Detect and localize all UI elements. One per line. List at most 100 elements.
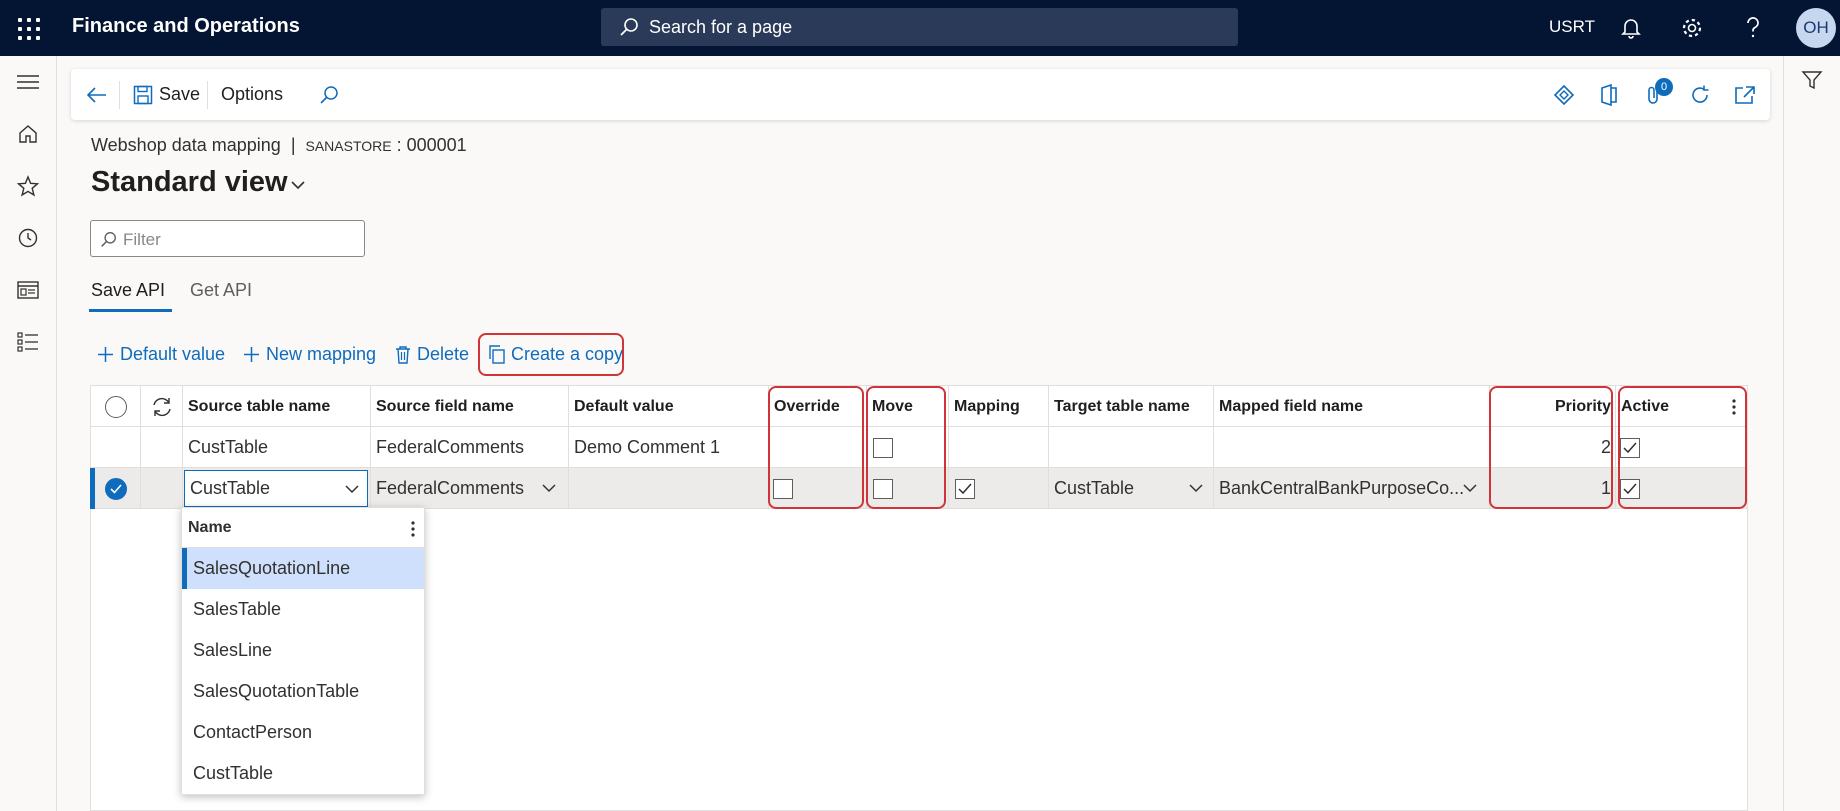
breadcrumb: Webshop data mapping | SANASTORE : 000001 [91, 135, 467, 156]
col-header-mapped-field-name[interactable]: Mapped field name [1214, 386, 1490, 427]
lookup-item-highlighted[interactable]: SalesQuotationLine [182, 548, 424, 589]
default-value-button[interactable]: Default value [97, 341, 225, 367]
notification-count-badge: 0 [1655, 78, 1673, 96]
source-field-cell[interactable]: FederalComments [371, 427, 569, 468]
mapped-field-cell[interactable] [1214, 427, 1490, 468]
home-icon[interactable] [16, 122, 40, 146]
default-value-cell[interactable]: Demo Comment 1 [569, 427, 769, 468]
filter-placeholder: Filter [123, 230, 161, 249]
highlight-outline-priority [1489, 386, 1613, 509]
lookup-item[interactable]: SalesLine [182, 630, 424, 671]
help-icon[interactable] [1739, 14, 1767, 42]
save-button[interactable]: Save [133, 69, 200, 120]
breadcrumb-separator: | [290, 135, 296, 155]
trash-icon [395, 345, 411, 364]
refresh-icon[interactable] [150, 396, 174, 418]
checkmark-icon [958, 483, 972, 494]
new-mapping-label: New mapping [266, 343, 377, 364]
chevron-down-icon[interactable] [290, 180, 306, 190]
lookup-item[interactable]: ContactPerson [182, 712, 424, 753]
workspaces-icon[interactable] [16, 278, 40, 302]
new-mapping-button[interactable]: New mapping [243, 341, 376, 367]
app-launcher-icon[interactable] [16, 16, 40, 40]
right-pane [1783, 56, 1840, 811]
row-selected-radio[interactable] [104, 477, 127, 500]
target-table-cell[interactable] [1049, 427, 1214, 468]
avatar[interactable]: OH [1796, 8, 1836, 48]
source-table-lookup: Name SalesQuotationLine SalesTable Sales… [181, 507, 426, 795]
col-header-mapping[interactable]: Mapping [949, 386, 1049, 427]
delete-label: Delete [417, 343, 470, 364]
col-header-target-table-name[interactable]: Target table name [1049, 386, 1214, 427]
app-title[interactable]: Finance and Operations [72, 15, 300, 38]
action-pane: Save Options [71, 69, 1770, 120]
view-title[interactable]: Standard view [91, 166, 288, 199]
source-table-cell[interactable]: CustTable [183, 468, 371, 509]
filter-funnel-icon[interactable] [1801, 69, 1823, 91]
mapped-field-cell[interactable]: BankCentralBankPurposeCo... [1214, 468, 1490, 509]
refresh-icon[interactable] [1689, 69, 1711, 120]
lookup-item[interactable]: CustTable [182, 753, 424, 794]
default-value-label: Default value [120, 343, 226, 364]
chevron-down-icon[interactable] [345, 485, 359, 494]
gear-icon[interactable] [1678, 14, 1706, 42]
recent-clock-icon[interactable] [16, 226, 40, 250]
default-value-cell[interactable] [569, 468, 769, 509]
record-value: : 000001 [396, 135, 467, 155]
row-spacer-cell [141, 468, 183, 509]
power-apps-icon[interactable] [1553, 69, 1575, 120]
select-all-cell[interactable] [91, 386, 141, 427]
highlight-outline-move [866, 386, 946, 509]
back-arrow-icon [86, 86, 106, 103]
chevron-down-icon[interactable] [1189, 484, 1203, 493]
more-options-icon[interactable] [410, 520, 416, 538]
target-table-cell[interactable]: CustTable [1049, 468, 1214, 509]
tab-get-api[interactable]: Get API [190, 280, 252, 301]
source-table-cell[interactable]: CustTable [183, 427, 371, 468]
plus-icon [97, 346, 114, 363]
back-button[interactable] [85, 69, 107, 120]
left-navigation-pane [0, 56, 57, 811]
mapping-cell[interactable] [949, 468, 1049, 509]
delete-button[interactable]: Delete [395, 341, 469, 367]
col-header-source-field-name[interactable]: Source field name [371, 386, 569, 427]
filter-input[interactable]: Filter [90, 220, 365, 257]
lookup-header-label: Name [188, 518, 232, 536]
highlight-outline-active [1618, 386, 1747, 509]
source-field-cell[interactable]: FederalComments [371, 468, 569, 509]
checkmark-icon [109, 483, 122, 494]
chevron-down-icon[interactable] [542, 484, 556, 493]
source-table-value: CustTable [190, 478, 271, 498]
open-new-window-icon[interactable] [1734, 69, 1756, 120]
action-search-button[interactable] [319, 69, 339, 120]
row-select-cell[interactable] [91, 427, 141, 468]
lookup-header[interactable]: Name [182, 508, 426, 548]
record-prefix: SANASTORE [305, 138, 392, 154]
source-field-value: FederalComments [376, 478, 525, 498]
select-all-radio[interactable] [104, 395, 127, 418]
search-icon [320, 85, 338, 104]
hamburger-menu-icon[interactable] [16, 70, 40, 94]
company-picker[interactable]: USRT [1549, 17, 1595, 37]
highlight-outline-create-copy [478, 333, 624, 376]
office-icon[interactable] [1599, 69, 1619, 120]
chevron-down-icon[interactable] [1463, 484, 1477, 493]
mapping-checkbox[interactable] [955, 478, 975, 499]
search-icon [620, 18, 638, 36]
col-header-default-value[interactable]: Default value [569, 386, 769, 427]
mapped-field-value: BankCentralBankPurposeCo... [1219, 478, 1465, 498]
grid-refresh-cell[interactable] [141, 386, 183, 427]
modules-list-icon[interactable] [16, 330, 40, 354]
row-select-cell[interactable] [91, 468, 141, 509]
options-tab[interactable]: Options [221, 69, 283, 120]
lookup-item[interactable]: SalesQuotationTable [182, 671, 424, 712]
col-header-source-table-name[interactable]: Source table name [183, 386, 371, 427]
favorites-star-icon[interactable] [16, 174, 40, 198]
mapping-cell [949, 427, 1049, 468]
lookup-item[interactable]: SalesTable [182, 589, 424, 630]
tab-save-api[interactable]: Save API [88, 280, 173, 312]
page-search-input[interactable]: Search for a page [601, 8, 1238, 46]
bell-icon[interactable] [1617, 14, 1645, 42]
source-table-combobox[interactable]: CustTable [184, 470, 368, 507]
save-disk-icon [133, 85, 153, 104]
